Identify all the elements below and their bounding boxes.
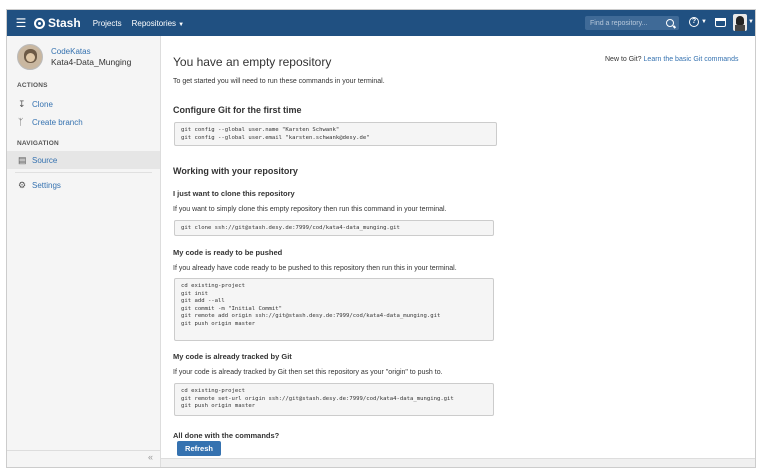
help-icon: ?	[689, 17, 699, 27]
source-icon: ▤	[18, 154, 27, 165]
repository-name: Kata4-Data_Munging	[51, 57, 132, 67]
nav-projects[interactable]: Projects	[93, 19, 122, 28]
new-to-git-text: New to Git?	[605, 56, 642, 63]
push-text: If you already have code ready to be pus…	[173, 265, 457, 272]
intro-text: To get started you will need to run thes…	[173, 78, 385, 85]
working-heading: Working with your repository	[173, 166, 298, 176]
done-heading: All done with the commands?	[173, 431, 280, 440]
nav-repositories[interactable]: Repositories ▼	[132, 19, 184, 28]
avatar-face	[26, 53, 35, 62]
clone-heading: I just want to clone this repository	[173, 189, 295, 198]
chevron-down-icon: ▼	[178, 21, 185, 28]
sidebar: CodeKatas Kata4-Data_Munging ACTIONS ↧ C…	[7, 36, 161, 467]
app-window: ☰ Stash Projects Repositories ▼ Find a re…	[6, 9, 756, 468]
sidebar-item-label: Settings	[32, 180, 61, 190]
project-avatar[interactable]	[17, 44, 43, 70]
tracked-text: If your code is already tracked by Git t…	[173, 369, 443, 376]
tracked-heading: My code is already tracked by Git	[173, 352, 292, 361]
footer-bar	[161, 458, 755, 467]
stash-logo[interactable]: Stash	[34, 16, 81, 30]
new-to-git-hint: New to Git? Learn the basic Git commands	[605, 56, 738, 63]
learn-git-link[interactable]: Learn the basic Git commands	[644, 56, 739, 63]
sidebar-item-settings[interactable]: ⚙ Settings	[7, 176, 160, 194]
collapse-sidebar-button[interactable]: «	[7, 450, 161, 464]
refresh-button[interactable]: Refresh	[177, 441, 221, 456]
avatar-body	[735, 25, 745, 31]
push-code-block: cd existing-project git init git add --a…	[174, 278, 494, 341]
search-placeholder: Find a repository...	[590, 19, 648, 27]
menu-icon[interactable]: ☰	[10, 16, 32, 30]
chevron-down-icon[interactable]: ▼	[748, 19, 754, 25]
search-input[interactable]: Find a repository...	[585, 16, 679, 30]
search-icon	[666, 19, 674, 27]
logo-text: Stash	[48, 16, 81, 30]
stash-logo-icon	[34, 17, 45, 29]
repository-header: CodeKatas Kata4-Data_Munging	[7, 36, 160, 70]
clone-code-block: git clone ssh://git@stash.desy.de:7999/c…	[174, 220, 494, 236]
navigation-heading: NAVIGATION	[17, 140, 59, 147]
actions-heading: ACTIONS	[17, 82, 48, 89]
tracked-code-block: cd existing-project git remote set-url o…	[174, 383, 494, 416]
page-title: You have an empty repository	[173, 55, 332, 69]
chevron-down-icon: ▼	[701, 19, 707, 25]
sidebar-item-label: Source	[32, 155, 58, 165]
push-heading: My code is ready to be pushed	[173, 248, 283, 257]
branch-icon: ᛉ	[18, 117, 24, 127]
divider	[15, 172, 152, 173]
avatar-face	[736, 16, 744, 25]
clone-text: If you want to simply clone this empty r…	[173, 206, 447, 213]
gear-icon: ⚙	[18, 179, 27, 190]
sidebar-item-label: Create branch	[32, 117, 83, 127]
collapse-icon: «	[147, 452, 153, 462]
sidebar-item-label: Clone	[32, 99, 53, 109]
avatar[interactable]	[733, 14, 747, 31]
project-link[interactable]: CodeKatas	[51, 47, 131, 56]
top-navigation-bar: ☰ Stash Projects Repositories ▼ Find a re…	[7, 10, 755, 36]
configure-code-block: git config --global user.name "Karsten S…	[174, 122, 497, 146]
sidebar-item-create-branch[interactable]: ᛉ Create branch	[7, 113, 160, 131]
sidebar-item-clone[interactable]: ↧ Clone	[7, 95, 160, 113]
nav-repositories-label: Repositories	[131, 18, 177, 28]
sidebar-item-source[interactable]: ▤ Source	[7, 151, 160, 169]
help-menu[interactable]: ? ▼	[689, 17, 707, 27]
configure-heading: Configure Git for the first time	[173, 105, 302, 115]
inbox-icon[interactable]	[715, 18, 726, 27]
clone-icon: ↧	[18, 98, 26, 109]
